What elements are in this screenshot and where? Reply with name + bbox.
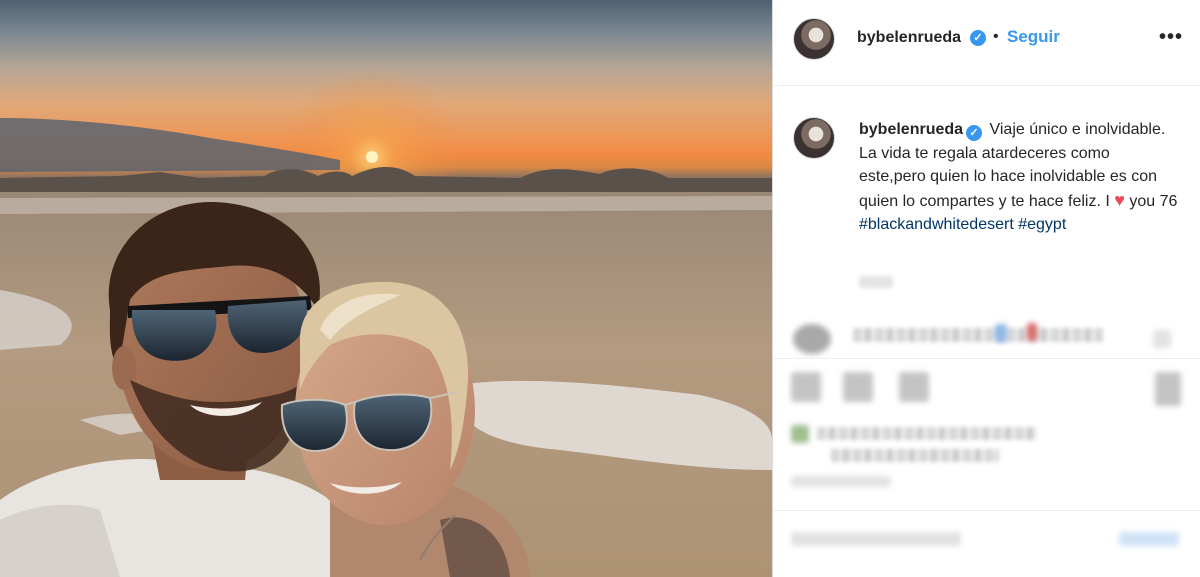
likes-avatar-redacted	[791, 425, 809, 443]
more-options-icon[interactable]: •••	[1159, 27, 1183, 47]
post-date-redacted	[791, 476, 891, 487]
header-separator: •	[993, 28, 999, 45]
likes-text-redacted	[817, 427, 1037, 440]
share-icon[interactable]	[899, 372, 929, 402]
author-avatar[interactable]	[793, 18, 835, 60]
like-icon[interactable]	[791, 372, 821, 402]
comment-emoji-redacted	[1027, 323, 1037, 341]
comment-input-redacted[interactable]	[791, 532, 961, 546]
verified-badge-icon: ✓	[970, 30, 986, 46]
comment-emoji-redacted	[995, 324, 1007, 342]
author-username[interactable]: bybelenrueda	[857, 29, 961, 47]
comment-icon[interactable]	[843, 372, 873, 402]
caption-body-end: you 76	[1129, 192, 1178, 210]
heart-emoji-icon: ♥	[1114, 189, 1125, 210]
post-header: bybelenrueda ✓ • Seguir •••	[773, 0, 1200, 86]
section-divider	[773, 358, 1200, 359]
follow-button[interactable]: Seguir	[1007, 27, 1060, 47]
comment-like-redacted	[1153, 330, 1171, 348]
hashtag-link[interactable]: #blackandwhitedesert	[859, 216, 1014, 233]
section-divider	[773, 510, 1200, 511]
caption-timestamp-redacted	[859, 276, 893, 288]
comment-text-redacted	[853, 328, 1103, 342]
caption-author-username[interactable]: bybelenrueda	[859, 121, 963, 138]
post-sidebar: bybelenrueda ✓ • Seguir ••• bybelenrueda…	[773, 0, 1200, 577]
hashtag-link[interactable]: #egypt	[1018, 216, 1066, 233]
save-icon[interactable]	[1155, 372, 1181, 406]
caption-author-avatar[interactable]	[793, 117, 835, 159]
post-comment-button-redacted[interactable]	[1119, 532, 1179, 546]
verified-badge-icon: ✓	[966, 125, 983, 141]
comment-avatar-redacted	[793, 324, 831, 354]
post-photo[interactable]	[0, 0, 772, 577]
caption-text: bybelenrueda ✓ Viaje único e inolvidable.…	[859, 118, 1179, 237]
likes-text-redacted	[831, 449, 999, 462]
sunset-selfie-image	[0, 0, 772, 577]
